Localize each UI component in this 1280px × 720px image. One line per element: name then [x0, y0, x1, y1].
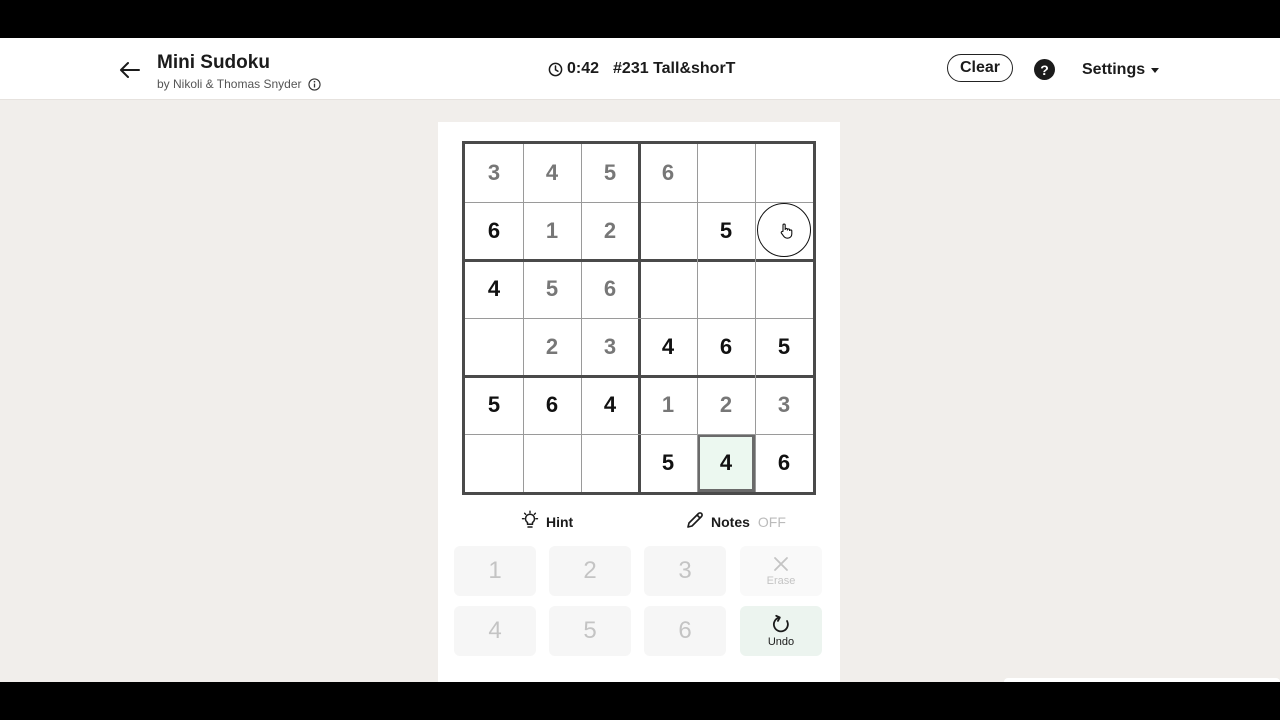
grid-cell-r6c1[interactable] [465, 434, 523, 492]
undo-label: Undo [767, 636, 795, 648]
undo-icon [771, 614, 791, 634]
back-arrow-icon[interactable] [118, 58, 142, 82]
grid-cell-r5c1[interactable]: 5 [465, 376, 523, 434]
notes-label: Notes [711, 513, 750, 530]
grid-cell-r3c6[interactable] [755, 260, 813, 318]
grid-cell-r6c2[interactable] [523, 434, 581, 492]
grid-line-horizontal [465, 433, 813, 435]
info-icon[interactable] [307, 77, 321, 91]
grid-cell-r3c1[interactable]: 4 [465, 260, 523, 318]
timer-and-puzzle: 0:42 #231 Tall&shorT [548, 60, 735, 78]
key-3[interactable]: 3 [644, 546, 726, 596]
grid-cell-r1c6[interactable] [755, 144, 813, 202]
grid-cell-r1c1[interactable]: 3 [465, 144, 523, 202]
grid-cell-r2c6[interactable] [755, 202, 813, 260]
grid-cell-r4c5[interactable]: 6 [697, 318, 755, 376]
close-icon [772, 555, 790, 573]
grid-cell-r2c1[interactable]: 6 [465, 202, 523, 260]
key-6[interactable]: 6 [644, 606, 726, 656]
grid-cell-r6c4[interactable]: 5 [639, 434, 697, 492]
grid-cell-r4c2[interactable]: 2 [523, 318, 581, 376]
grid-cell-r5c2[interactable]: 6 [523, 376, 581, 434]
grid-cell-r3c5[interactable] [697, 260, 755, 318]
grid-cell-r2c4[interactable] [639, 202, 697, 260]
game-controls: Hint Notes OFF [438, 510, 840, 534]
notes-state: OFF [757, 513, 786, 530]
timer: 0:42 [567, 60, 600, 77]
byline-text: by Nikoli & Thomas Snyder [157, 77, 302, 91]
grid-line-vertical [696, 144, 698, 492]
grid-cell-r1c5[interactable] [697, 144, 755, 202]
pencil-icon [685, 510, 705, 533]
clear-button[interactable]: Clear [947, 54, 1013, 82]
clock-icon [548, 62, 563, 77]
key-1[interactable]: 1 [454, 546, 536, 596]
hint-label: Hint [546, 513, 574, 530]
grid-cell-r3c4[interactable] [639, 260, 697, 318]
grid-cell-r5c6[interactable]: 3 [755, 376, 813, 434]
grid-cell-r4c6[interactable]: 5 [755, 318, 813, 376]
grid-cell-r2c2[interactable]: 1 [523, 202, 581, 260]
game-panel: 3456612545623465564123546 Hint Notes OFF [438, 122, 840, 682]
lightbulb-icon [520, 510, 540, 533]
grid-line-horizontal [465, 317, 813, 319]
grid-cell-r6c3[interactable] [581, 434, 639, 492]
settings-dropdown[interactable]: Settings [1082, 61, 1160, 79]
grid-cell-r2c3[interactable]: 2 [581, 202, 639, 260]
caret-down-icon [1151, 67, 1160, 73]
undo-button[interactable]: Undo [740, 606, 822, 656]
byline: by Nikoli & Thomas Snyder [157, 77, 321, 91]
grid-cell-r4c3[interactable]: 3 [581, 318, 639, 376]
grid-cell-r6c6[interactable]: 6 [755, 434, 813, 492]
game-title: Mini Sudoku [157, 52, 270, 73]
key-4[interactable]: 4 [454, 606, 536, 656]
grid-cell-r5c5[interactable]: 2 [697, 376, 755, 434]
grid-cell-r2c5[interactable]: 5 [697, 202, 755, 260]
notes-toggle[interactable]: Notes OFF [685, 510, 786, 533]
grid-cell-r4c4[interactable]: 4 [639, 318, 697, 376]
grid-line-vertical [754, 144, 756, 492]
help-icon[interactable]: ? [1034, 59, 1055, 80]
puzzle-id: #231 Tall&shorT [613, 60, 736, 77]
grid-cell-r1c3[interactable]: 5 [581, 144, 639, 202]
grid-cell-r1c2[interactable]: 4 [523, 144, 581, 202]
bottom-edge-strip [1004, 678, 1280, 682]
header-bar: Mini Sudoku by Nikoli & Thomas Snyder 0:… [0, 38, 1280, 100]
game-app: Mini Sudoku by Nikoli & Thomas Snyder 0:… [0, 38, 1280, 682]
grid-cell-r5c4[interactable]: 1 [639, 376, 697, 434]
box-divider-horizontal [465, 374, 813, 378]
erase-label: Erase [766, 575, 796, 587]
key-5[interactable]: 5 [549, 606, 631, 656]
grid-cell-r5c3[interactable]: 4 [581, 376, 639, 434]
erase-button[interactable]: Erase [740, 546, 822, 596]
hint-button[interactable]: Hint [520, 510, 573, 533]
grid-cell-r1c4[interactable]: 6 [639, 144, 697, 202]
settings-label: Settings [1082, 61, 1146, 78]
grid-cell-r6c5[interactable]: 4 [697, 434, 755, 492]
grid-cell-r3c2[interactable]: 5 [523, 260, 581, 318]
key-2[interactable]: 2 [549, 546, 631, 596]
grid-cell-r4c1[interactable] [465, 318, 523, 376]
sudoku-grid: 3456612545623465564123546 [462, 141, 816, 495]
grid-cell-r3c3[interactable]: 6 [581, 260, 639, 318]
